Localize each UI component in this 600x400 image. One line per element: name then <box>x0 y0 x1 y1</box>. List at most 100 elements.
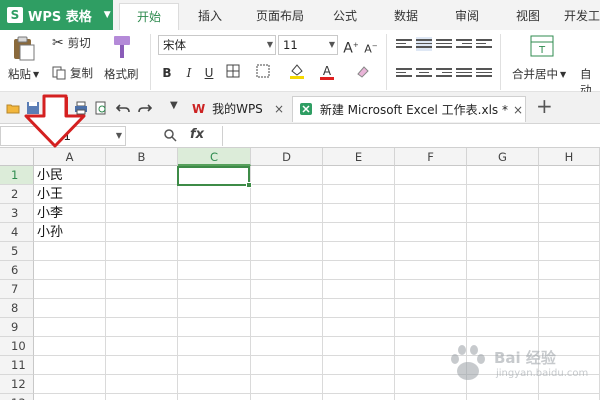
paste-button[interactable]: 粘贴 ▼ <box>8 66 39 82</box>
row-header-3[interactable]: 3 <box>0 204 34 223</box>
gridline-horizontal <box>34 298 600 299</box>
tab-formula[interactable]: 公式 <box>322 3 368 30</box>
format-painter-button[interactable]: 格式刷 <box>104 66 139 82</box>
row-header-2[interactable]: 2 <box>0 185 34 204</box>
indent-icon[interactable] <box>456 37 472 51</box>
row-header-4[interactable]: 4 <box>0 223 34 242</box>
paste-icon[interactable] <box>10 34 40 62</box>
redo-icon[interactable] <box>138 101 152 115</box>
column-header-c[interactable]: C <box>178 148 251 166</box>
chevron-down-icon: ▼ <box>33 69 40 79</box>
copy-button[interactable]: 复制 <box>52 65 93 81</box>
wps-w-icon: W <box>192 102 206 116</box>
row-header-5[interactable]: 5 <box>0 242 34 261</box>
gridline-vertical <box>322 166 323 400</box>
align-left-icon[interactable] <box>396 66 412 80</box>
search-icon[interactable] <box>163 128 177 142</box>
paste-label: 粘贴 <box>8 67 31 81</box>
column-header-b[interactable]: B <box>106 148 178 166</box>
font-name-value: 宋体 <box>163 38 186 52</box>
row-header-7[interactable]: 7 <box>0 280 34 299</box>
tab-page-layout[interactable]: 页面布局 <box>244 3 316 30</box>
close-icon[interactable]: × <box>274 96 284 122</box>
tab-insert[interactable]: 插入 <box>183 3 237 30</box>
tab-excel-workbook[interactable]: 新建 Microsoft Excel 工作表.xls * × <box>292 96 526 122</box>
cell-a3[interactable]: 小李 <box>37 204 63 223</box>
align-bottom-icon[interactable] <box>436 37 452 51</box>
align-right-icon[interactable] <box>436 66 452 80</box>
red-arrow-annotation <box>24 94 86 148</box>
fill-color-icon[interactable] <box>288 62 306 80</box>
row-header-6[interactable]: 6 <box>0 261 34 280</box>
bold-button[interactable]: B <box>158 64 176 82</box>
gridline-horizontal <box>34 336 600 337</box>
underline-button[interactable]: U <box>200 64 218 82</box>
merge-center-button[interactable]: 合并居中 ▼ <box>512 66 566 82</box>
column-header-g[interactable]: G <box>467 148 539 166</box>
active-cell-c1[interactable] <box>177 166 252 188</box>
tab-start[interactable]: 开始 <box>119 3 179 30</box>
insert-function-button[interactable]: fx <box>190 127 204 142</box>
close-icon[interactable]: × <box>513 97 523 123</box>
chevron-down-icon: ▼ <box>103 10 111 20</box>
column-header-e[interactable]: E <box>323 148 395 166</box>
cell-style-icon[interactable] <box>254 64 272 82</box>
row-header-10[interactable]: 10 <box>0 337 34 356</box>
scissors-icon: ✂ <box>52 35 64 51</box>
new-tab-button[interactable]: + <box>536 94 553 118</box>
shrink-font-button[interactable]: A− <box>362 37 380 56</box>
row-header-13[interactable]: 13 <box>0 394 34 400</box>
column-header-d[interactable]: D <box>251 148 323 166</box>
font-size-select[interactable]: 11 ▼ <box>278 35 338 55</box>
grow-font-button[interactable]: A+ <box>342 36 360 57</box>
italic-button[interactable]: I <box>180 64 198 82</box>
row-header-11[interactable]: 11 <box>0 356 34 375</box>
ribbon-divider <box>150 34 151 90</box>
tab-excel-workbook-label: 新建 Microsoft Excel 工作表.xls * <box>319 103 508 117</box>
format-painter-icon[interactable] <box>110 34 134 60</box>
column-header-f[interactable]: F <box>395 148 467 166</box>
row-header-9[interactable]: 9 <box>0 318 34 337</box>
row-header-8[interactable]: 8 <box>0 299 34 318</box>
column-header-h[interactable]: H <box>539 148 600 166</box>
font-name-select[interactable]: 宋体 ▼ <box>158 35 276 55</box>
chevron-down-icon: ▼ <box>560 69 567 79</box>
font-size-value: 11 <box>283 38 298 52</box>
quick-access-more-icon[interactable]: ▼ <box>170 100 178 111</box>
app-menu-button[interactable]: S WPS 表格 ▼ <box>0 0 113 30</box>
gridline-horizontal <box>34 260 600 261</box>
align-center-icon[interactable] <box>416 66 432 80</box>
tab-view[interactable]: 视图 <box>505 3 551 30</box>
tab-my-wps[interactable]: W 我的WPS × <box>186 96 290 122</box>
spreadsheet-icon <box>300 103 312 115</box>
ribbon-divider <box>386 34 387 90</box>
gridline-vertical <box>394 166 395 400</box>
undo-icon[interactable] <box>116 101 130 115</box>
cut-label: 剪切 <box>67 36 91 50</box>
merge-icon-letter: T <box>538 45 546 56</box>
formula-input[interactable] <box>222 126 600 146</box>
distribute-icon[interactable] <box>476 66 492 80</box>
cell-a1[interactable]: 小民 <box>37 166 63 185</box>
cell-a4[interactable]: 小孙 <box>37 223 63 242</box>
fill-handle[interactable] <box>246 182 252 188</box>
font-color-button[interactable]: A <box>318 62 336 82</box>
clear-format-icon[interactable] <box>354 64 372 82</box>
cut-button[interactable]: ✂ 剪切 <box>52 35 91 51</box>
borders-icon[interactable] <box>224 64 242 82</box>
align-justify-icon[interactable] <box>456 66 472 80</box>
tab-developer[interactable]: 开发工 <box>564 3 600 30</box>
align-middle-icon[interactable] <box>416 37 432 51</box>
tab-my-wps-label: 我的WPS <box>212 102 263 116</box>
tab-data[interactable]: 数据 <box>383 3 429 30</box>
gridline-vertical <box>105 166 106 400</box>
gridline-horizontal <box>34 203 600 204</box>
outdent-icon[interactable] <box>476 37 492 51</box>
merge-center-icon[interactable]: T <box>530 34 554 58</box>
gridline-horizontal <box>34 222 600 223</box>
row-header-12[interactable]: 12 <box>0 375 34 394</box>
cell-a2[interactable]: 小王 <box>37 185 63 204</box>
align-top-icon[interactable] <box>396 37 412 51</box>
row-header-1[interactable]: 1 <box>0 166 34 185</box>
tab-review[interactable]: 审阅 <box>444 3 490 30</box>
